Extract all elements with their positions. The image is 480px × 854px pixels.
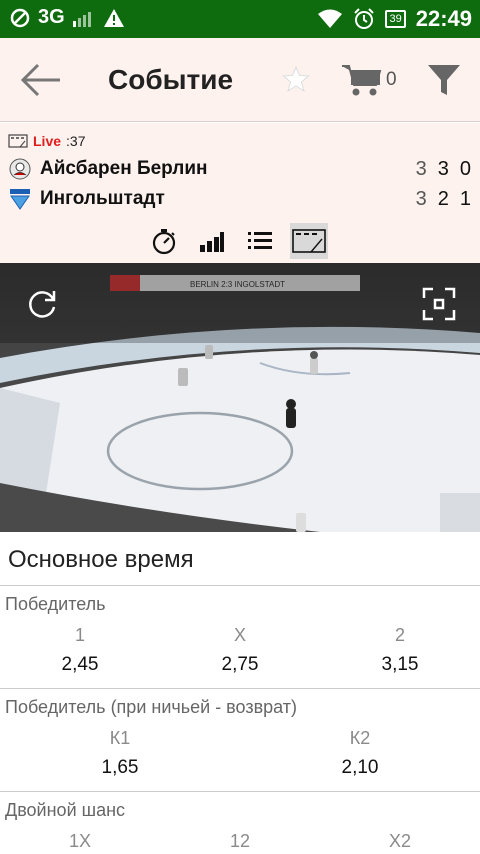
outcome-label: 1X: [68, 831, 92, 851]
filter-button[interactable]: [426, 62, 462, 98]
page-title: Событие: [108, 64, 234, 95]
score-period: 3: [437, 157, 450, 180]
outcome-k2[interactable]: К2 2,10: [240, 723, 480, 791]
event-tabs: [146, 223, 328, 259]
bar-chart-icon: [200, 232, 224, 252]
outcome-label: X2: [388, 831, 412, 851]
score-period: 2: [437, 187, 450, 210]
team-name: Ингольштадт: [40, 188, 165, 209]
refresh-icon: [29, 291, 56, 318]
team-logo-icon: [9, 158, 31, 180]
outcomes: 1X 12 X2: [0, 826, 480, 854]
outcome-x2[interactable]: X2: [320, 826, 480, 854]
outcome-odd: 1,65: [101, 757, 139, 778]
blocked-icon: [10, 8, 30, 27]
team-score: 321: [416, 188, 472, 211]
score-period: 0: [459, 157, 472, 180]
outcome-1x[interactable]: 1X: [0, 826, 160, 854]
live-label: Live: [33, 133, 62, 149]
stopwatch-icon: [152, 229, 176, 255]
outcome-label: 1: [74, 625, 85, 645]
market-name: Двойной шанс: [5, 800, 126, 820]
outcomes: К1 1,65 К2 2,10: [0, 723, 480, 791]
market-winner: Победитель 1 2,45 X 2,75 2 3,15: [0, 586, 480, 689]
arrow-left-icon: [20, 63, 60, 97]
outcome-label: 12: [229, 831, 251, 851]
status-bar: 3G 39 22:49: [0, 0, 480, 38]
outcome-odd: 2,75: [221, 654, 259, 675]
outcomes: 1 2,45 X 2,75 2 3,15: [0, 620, 480, 688]
alarm-icon: [354, 8, 375, 29]
outcome-1[interactable]: 1 2,45: [0, 620, 160, 688]
team-row-away: Ингольштадт 321: [8, 185, 472, 213]
video-player[interactable]: BERLIN 2:3 INGOLSTADT: [0, 263, 480, 532]
score-total: 3: [415, 187, 428, 210]
outcome-label: К1: [109, 728, 131, 748]
tab-video[interactable]: [290, 223, 328, 259]
video-icon: [292, 229, 326, 253]
market-double-chance: Двойной шанс 1X 12 X2: [0, 792, 480, 854]
app-bar: Событие 0: [0, 38, 480, 122]
favorite-button[interactable]: [282, 65, 310, 93]
cart-icon: [342, 65, 382, 96]
outcome-12[interactable]: 12: [160, 826, 320, 854]
fullscreen-icon: [422, 287, 456, 321]
cart-button[interactable]: 0: [340, 60, 402, 100]
clock: 22:49: [415, 6, 472, 31]
section-title: Основное время: [0, 532, 480, 586]
broadcast-icon: [8, 134, 28, 148]
filter-icon: [428, 65, 460, 95]
outcome-2[interactable]: 2 3,15: [320, 620, 480, 688]
score-total: 3: [415, 157, 428, 180]
outcome-x[interactable]: X 2,75: [160, 620, 320, 688]
wifi-icon: [318, 9, 343, 28]
live-time: :37: [66, 133, 86, 149]
cart-count: 0: [386, 69, 397, 90]
outcome-label: 2: [394, 625, 405, 645]
outcome-odd: 2,10: [341, 757, 379, 778]
team-name: Айсбарен Берлин: [40, 158, 208, 179]
score-period: 1: [459, 187, 472, 210]
signal-icon: [72, 11, 91, 27]
outcome-odd: 2,45: [61, 654, 99, 675]
star-icon: [282, 65, 310, 93]
fullscreen-button[interactable]: [422, 287, 456, 321]
team-row-home: Айсбарен Берлин 330: [8, 155, 472, 183]
video-frame: BERLIN 2:3 INGOLSTADT: [0, 263, 480, 532]
outcome-label: X: [233, 625, 246, 645]
market-draw-no-bet: Победитель (при ничьей - возврат) К1 1,6…: [0, 689, 480, 792]
tab-stats[interactable]: [194, 223, 230, 259]
list-icon: [248, 232, 272, 249]
warning-icon: [103, 8, 124, 27]
event-header: Live :37 Айсбарен Берлин 330 Ингольштадт…: [0, 123, 480, 263]
tab-timer[interactable]: [146, 223, 182, 259]
back-button[interactable]: [18, 60, 64, 100]
live-indicator: Live :37: [8, 133, 85, 149]
market-name: Победитель: [5, 594, 106, 614]
team-score: 330: [416, 158, 472, 181]
team-logo-icon: [10, 189, 30, 210]
outcome-label: К2: [349, 728, 371, 748]
reload-button[interactable]: [24, 287, 60, 323]
market-name: Победитель (при ничьей - возврат): [5, 697, 298, 717]
outcome-odd: 3,15: [381, 654, 419, 675]
markets-panel: Основное время Победитель 1 2,45 X 2,75 …: [0, 532, 480, 854]
battery-icon: 39: [385, 10, 406, 28]
tab-list[interactable]: [242, 223, 278, 259]
network-type: 3G: [38, 6, 65, 28]
outcome-k1[interactable]: К1 1,65: [0, 723, 240, 791]
